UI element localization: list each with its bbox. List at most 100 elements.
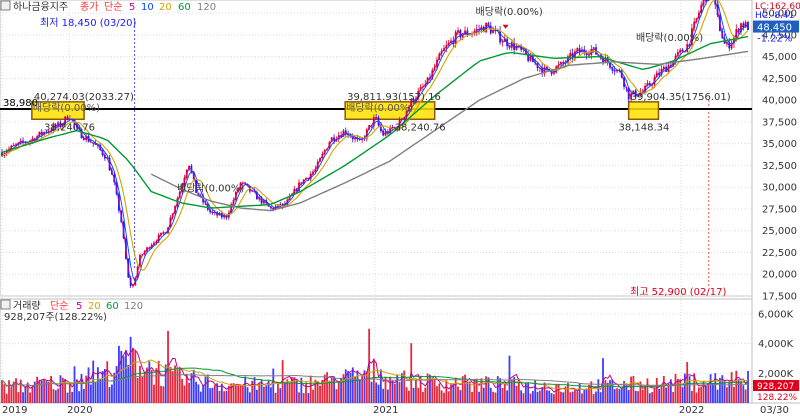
legend-ma20: 20 bbox=[159, 2, 172, 13]
volume-bar-up bbox=[298, 392, 300, 403]
volume-bar-down bbox=[459, 390, 462, 403]
volume-bar-down bbox=[225, 390, 228, 403]
volume-bar-up bbox=[454, 377, 457, 403]
legend-ma60: 60 bbox=[178, 2, 191, 13]
volume-bar-up bbox=[730, 372, 733, 403]
volume-bar-down bbox=[571, 391, 574, 403]
volume-bar-down bbox=[202, 384, 205, 403]
volume-bar-up bbox=[230, 383, 233, 403]
volume-bar-up bbox=[543, 382, 546, 403]
volume-bar-up bbox=[263, 386, 265, 403]
volume-bar-down bbox=[609, 380, 611, 403]
volume-bar-up bbox=[641, 389, 644, 403]
volume-bar-up bbox=[213, 384, 216, 403]
volume-bar-down bbox=[412, 387, 415, 403]
volume-bar-down bbox=[613, 389, 616, 403]
volume-value-note: 928,207주(128.22%) bbox=[4, 312, 107, 323]
volume-bar-down bbox=[391, 381, 394, 403]
volume-bar-up bbox=[57, 388, 60, 403]
volume-bar-up bbox=[330, 377, 333, 403]
hc-value: HC:-8.41 bbox=[755, 11, 794, 21]
volume-bar-down bbox=[71, 392, 74, 403]
price-tick-label: 42,500 bbox=[762, 74, 797, 85]
volume-bar-up bbox=[637, 391, 639, 403]
volume-bar-down bbox=[712, 383, 714, 403]
volume-bar-up bbox=[361, 374, 364, 403]
price-tick-label: 22,500 bbox=[762, 248, 797, 259]
volume-bar-down bbox=[599, 392, 602, 403]
volume-bar-up bbox=[440, 390, 443, 403]
volume-bar-up bbox=[676, 378, 679, 403]
volume-bar-down bbox=[714, 373, 717, 403]
x-end-label: 03/30 bbox=[760, 405, 789, 416]
volume-bar-up bbox=[422, 391, 424, 403]
volume-bar-up bbox=[672, 391, 675, 403]
volume-bar-down bbox=[585, 389, 588, 403]
volume-bar-up bbox=[335, 389, 338, 403]
volume-bar-up bbox=[31, 386, 34, 403]
volume-bar-up bbox=[174, 365, 176, 403]
volume-bar-up bbox=[288, 383, 291, 403]
volume-bar-up bbox=[471, 391, 473, 403]
volume-panel-menu-icon[interactable] bbox=[0, 299, 11, 310]
volume-bar-down bbox=[545, 390, 548, 403]
volume-bar-up bbox=[697, 387, 700, 403]
volume-bar-up bbox=[408, 390, 410, 403]
volume-bar-up bbox=[10, 387, 13, 403]
volume-bar-up bbox=[438, 383, 441, 403]
volume-bar-up bbox=[323, 374, 326, 403]
x-axis-labels: 2019 2020 2021 2022 03/30 bbox=[2, 405, 789, 416]
box-lower-label: 38,148.34 bbox=[618, 122, 669, 133]
highlight-box bbox=[627, 101, 660, 121]
volume-bar-up bbox=[274, 392, 277, 403]
volume-bar-up bbox=[674, 373, 677, 403]
volume-bar-down bbox=[111, 384, 113, 403]
panel-menu-icon[interactable] bbox=[0, 0, 11, 11]
price-type: 종가 bbox=[80, 1, 98, 13]
volume-bar-up bbox=[522, 393, 525, 403]
volume-title: 거래량 bbox=[13, 300, 41, 312]
volume-bar-down bbox=[531, 391, 534, 403]
volume-bar-down bbox=[244, 376, 247, 403]
volume-bar-down bbox=[375, 382, 378, 403]
volume-bar-up bbox=[667, 383, 670, 403]
volume-bar-down bbox=[108, 387, 111, 403]
volume-bar-down bbox=[747, 371, 749, 403]
volume-bar-up bbox=[171, 371, 174, 403]
volume-bar-up bbox=[707, 383, 710, 403]
box-dividend-label: 배당락(0.00%) bbox=[346, 102, 413, 114]
volume-bar-up bbox=[515, 385, 518, 403]
volume-bar-down bbox=[527, 382, 530, 403]
price-tick-label: 37,500 bbox=[762, 117, 797, 128]
volume-bar-up bbox=[155, 368, 158, 403]
volume-bar-down bbox=[209, 388, 212, 403]
volume-bar-down bbox=[24, 386, 27, 403]
volume-bar-down bbox=[82, 389, 85, 403]
volume-bar-down bbox=[333, 376, 335, 403]
volume-bar-up bbox=[398, 381, 401, 403]
volume-bar-down bbox=[478, 391, 480, 403]
max-price-note: 최고 52,900 (02/17) bbox=[630, 286, 726, 298]
current-price-value: 48,450 bbox=[757, 23, 792, 34]
volume-bar-up bbox=[576, 391, 579, 403]
volume-bar-up bbox=[679, 379, 682, 403]
volume-bar-down bbox=[127, 364, 130, 403]
volume-bar-down bbox=[270, 387, 272, 403]
price-panel bbox=[0, 0, 753, 297]
legend-ma10: 10 bbox=[141, 2, 154, 13]
volume-bar-up bbox=[36, 376, 38, 403]
volume-bar-up bbox=[316, 381, 319, 403]
volume-bar-up bbox=[1, 380, 3, 403]
volume-bar-up bbox=[557, 384, 560, 403]
volume-bar-down bbox=[723, 379, 726, 403]
volume-bar-up bbox=[574, 388, 576, 403]
volume-bar-down bbox=[377, 384, 380, 403]
volume-bar-up bbox=[38, 379, 41, 403]
volume-bar-up bbox=[695, 392, 698, 403]
volume-bar-up bbox=[415, 379, 417, 403]
volume-bar-up bbox=[106, 361, 109, 403]
price-tick-label: 40,000 bbox=[762, 96, 797, 107]
volume-bar-up bbox=[592, 394, 595, 403]
volume-bar-down bbox=[256, 389, 258, 403]
volume-bar-down bbox=[705, 385, 707, 403]
